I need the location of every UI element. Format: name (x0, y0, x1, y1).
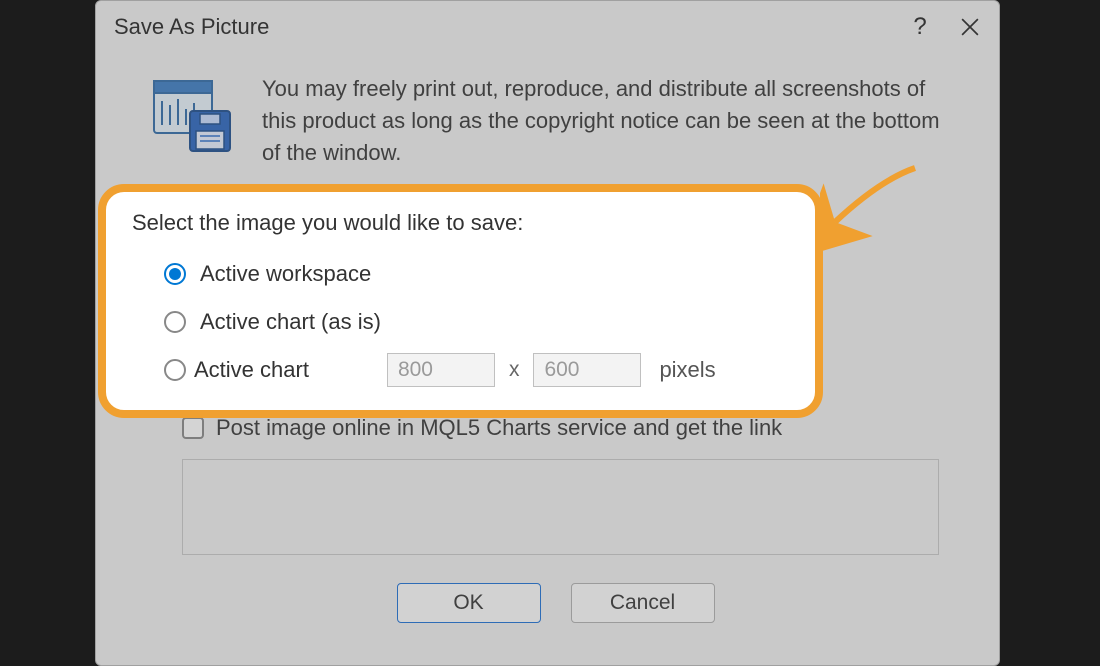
intro-text: You may freely print out, reproduce, and… (262, 73, 959, 169)
description-box (182, 459, 939, 555)
select-label: Select the image you would like to save: (132, 210, 789, 236)
radio-workspace-label: Active workspace (200, 261, 371, 287)
cancel-button[interactable]: Cancel (571, 583, 715, 623)
dialog-title: Save As Picture (114, 14, 895, 40)
ok-button[interactable]: OK (397, 583, 541, 623)
picture-save-icon (152, 79, 232, 160)
height-input[interactable] (533, 353, 641, 387)
width-input[interactable] (387, 353, 495, 387)
radio-workspace[interactable] (164, 263, 186, 285)
help-button[interactable]: ? (895, 3, 945, 51)
radio-chart-label: Active chart (194, 357, 309, 383)
post-online-checkbox[interactable] (182, 417, 204, 439)
titlebar: Save As Picture ? (96, 1, 999, 53)
close-icon (961, 18, 979, 36)
close-button[interactable] (945, 3, 995, 51)
radio-chart-asis-label: Active chart (as is) (200, 309, 381, 335)
radio-chart[interactable] (164, 359, 186, 381)
dimension-x: x (503, 358, 526, 382)
radio-chart-asis[interactable] (164, 311, 186, 333)
pixels-label: pixels (659, 357, 715, 383)
highlight-callout: Select the image you would like to save:… (98, 184, 823, 418)
post-online-label: Post image online in MQL5 Charts service… (216, 415, 782, 441)
